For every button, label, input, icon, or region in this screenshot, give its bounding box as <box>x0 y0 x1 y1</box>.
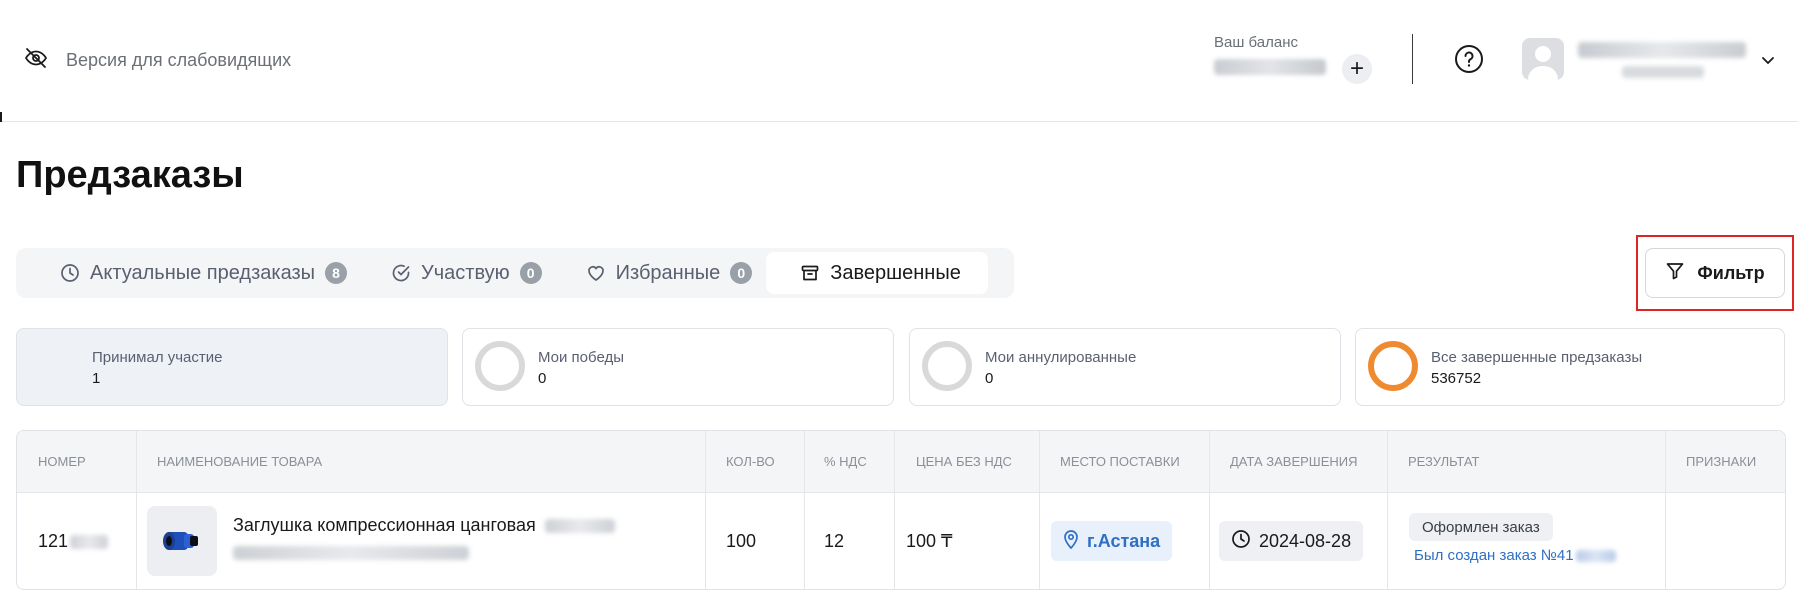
tab-label: Завершенные <box>830 261 961 284</box>
order-number-redacted <box>70 535 109 550</box>
column-divider <box>705 431 706 589</box>
tab-participating[interactable]: Участвую 0 <box>361 252 556 294</box>
avatar[interactable] <box>1522 38 1564 80</box>
top-header: Версия для слабовидящих Ваш баланс + <box>0 0 1798 122</box>
column-divider <box>136 431 137 589</box>
date-label: 2024-08-28 <box>1259 530 1352 551</box>
stat-label: Мои аннулированные <box>985 349 1137 366</box>
tab-completed[interactable]: Завершенные <box>766 252 989 294</box>
stat-label: Все завершенные предзаказы <box>1431 349 1643 366</box>
status-badge: Оформлен заказ <box>1409 513 1553 541</box>
tab-count-badge: 0 <box>730 262 753 284</box>
stat-label: Мои победы <box>538 349 624 366</box>
stat-value: 536752 <box>1431 370 1482 387</box>
edge-mark <box>0 112 2 122</box>
col-product[interactable]: НАИМЕНОВАНИЕ ТОВАРА <box>157 431 322 493</box>
col-vat[interactable]: % НДС <box>824 431 867 493</box>
accessibility-label: Версия для слабовидящих <box>66 50 292 70</box>
filter-label: Фильтр <box>1697 262 1765 283</box>
product-name: Заглушка компрессионная цанговая <box>233 515 536 535</box>
user-name-redacted <box>1578 42 1746 58</box>
balance-block: Ваш баланс <box>1214 34 1326 75</box>
eye-off-icon <box>24 46 48 75</box>
tab-actual[interactable]: Актуальные предзаказы 8 <box>20 252 361 294</box>
stat-value: 0 <box>985 370 994 387</box>
date-chip: 2024-08-28 <box>1219 521 1364 561</box>
column-divider <box>1209 431 1210 589</box>
balance-value-redacted <box>1214 59 1326 75</box>
check-circle-icon <box>391 263 411 289</box>
col-date[interactable]: ДАТА ЗАВЕРШЕНИЯ <box>1230 431 1358 493</box>
map-pin-icon <box>1063 529 1079 554</box>
accessibility-toggle[interactable]: Версия для слабовидящих <box>24 46 291 75</box>
filter-icon <box>1665 261 1685 286</box>
order-number: 121 <box>38 531 69 551</box>
location-label: г.Астана <box>1087 530 1161 551</box>
stat-value: 1 <box>92 370 101 387</box>
page-title: Предзаказы <box>16 154 244 196</box>
filter-button[interactable]: Фильтр <box>1645 248 1785 298</box>
column-divider <box>1665 431 1666 589</box>
archive-icon <box>800 263 820 289</box>
chevron-down-icon[interactable] <box>1760 52 1776 73</box>
location-chip[interactable]: г.Астана <box>1051 521 1173 561</box>
stat-card-cancelled[interactable]: Мои аннулированные 0 <box>909 328 1341 406</box>
order-link-label: Был создан заказ №41 <box>1414 547 1574 564</box>
cell-product: Заглушка компрессионная цанговая <box>233 515 615 563</box>
tab-favorites[interactable]: Избранные 0 <box>556 252 767 294</box>
clock-icon <box>60 263 80 289</box>
tab-count-badge: 8 <box>325 262 348 284</box>
product-description-redacted <box>233 546 469 561</box>
cell-price: 100 ₸ <box>906 531 953 551</box>
clock-icon <box>1231 529 1251 554</box>
product-image-icon <box>163 532 198 550</box>
column-divider <box>894 431 895 589</box>
tab-count-badge: 0 <box>519 262 542 284</box>
col-flags[interactable]: ПРИЗНАКИ <box>1686 431 1756 493</box>
col-location[interactable]: МЕСТО ПОСТАВКИ <box>1060 431 1180 493</box>
tab-label: Актуальные предзаказы <box>90 261 316 284</box>
table-header: НОМЕР НАИМЕНОВАНИЕ ТОВАРА КОЛ-ВО % НДС Ц… <box>17 431 1785 493</box>
tab-label: Участвую <box>421 261 510 284</box>
column-divider <box>1039 431 1040 589</box>
header-divider <box>1412 34 1413 84</box>
product-thumbnail[interactable] <box>147 506 217 576</box>
column-divider <box>804 431 805 589</box>
help-icon[interactable] <box>1454 44 1484 74</box>
orders-table: НОМЕР НАИМЕНОВАНИЕ ТОВАРА КОЛ-ВО % НДС Ц… <box>16 430 1786 590</box>
col-number[interactable]: НОМЕР <box>38 431 86 493</box>
order-link-redacted <box>1575 550 1616 563</box>
col-quantity[interactable]: КОЛ-ВО <box>726 431 775 493</box>
user-id-redacted <box>1622 66 1704 78</box>
stat-card-participated[interactable]: Принимал участие 1 <box>16 328 448 406</box>
order-link[interactable]: Был создан заказ №41 <box>1414 547 1616 564</box>
tab-label: Избранные <box>615 261 721 284</box>
balance-caption: Ваш баланс <box>1214 34 1299 51</box>
cell-quantity: 100 <box>726 531 757 551</box>
product-name-redacted <box>544 519 615 534</box>
stat-ring <box>1368 341 1418 391</box>
stat-card-wins[interactable]: Мои победы 0 <box>462 328 894 406</box>
stat-ring <box>922 341 972 391</box>
cell-vat: 12 <box>824 531 845 551</box>
col-price[interactable]: ЦЕНА БЕЗ НДС <box>916 431 1012 493</box>
col-result[interactable]: РЕЗУЛЬТАТ <box>1408 431 1479 493</box>
stat-value: 0 <box>538 370 547 387</box>
heart-icon <box>586 263 606 289</box>
stat-ring <box>475 341 525 391</box>
stat-card-all-completed[interactable]: Все завершенные предзаказы 536752 <box>1355 328 1785 406</box>
stat-label: Принимал участие <box>92 349 223 366</box>
column-divider <box>1387 431 1388 589</box>
top-up-button[interactable]: + <box>1342 54 1372 84</box>
cell-number: 121 <box>38 531 109 552</box>
tabs-bar: Актуальные предзаказы 8 Участвую 0 Избра… <box>16 248 1014 298</box>
